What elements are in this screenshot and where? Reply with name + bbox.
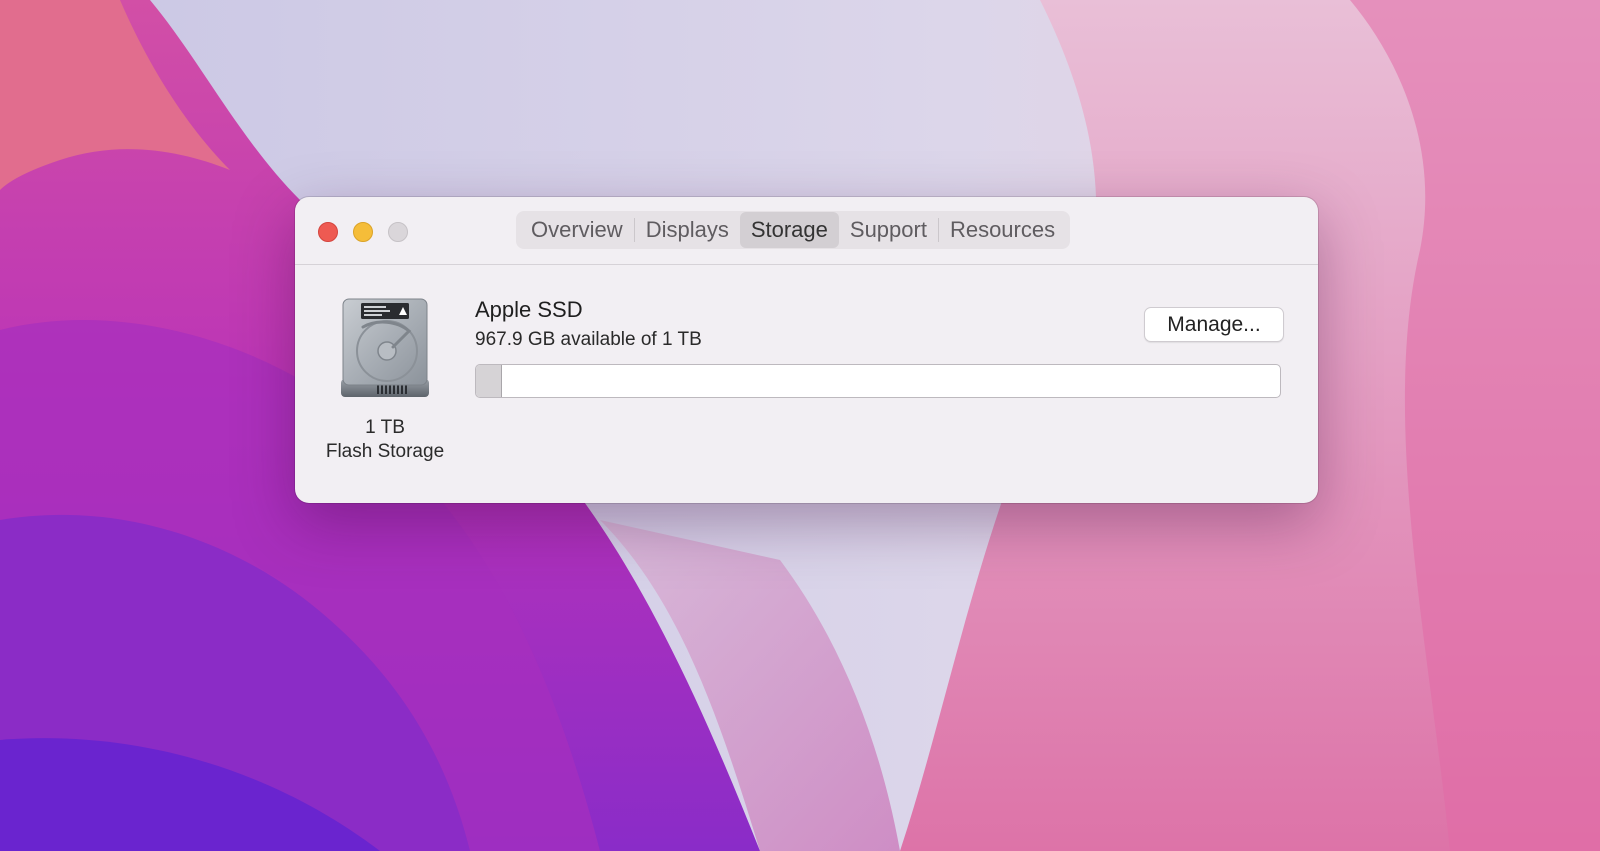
tab-displays[interactable]: Displays bbox=[635, 212, 740, 248]
title-bar: Overview Displays Storage Support Resour… bbox=[295, 197, 1318, 265]
storage-panel: 1 TB Flash Storage Apple SSD 967.9 GB av… bbox=[295, 265, 1318, 503]
disk-capacity-label: 1 TB bbox=[365, 417, 405, 438]
disk-type-label: Flash Storage bbox=[325, 441, 445, 462]
minimize-window-button[interactable] bbox=[353, 222, 373, 242]
used-storage-segment bbox=[476, 365, 502, 397]
hard-drive-icon bbox=[341, 298, 429, 397]
tab-storage[interactable]: Storage bbox=[739, 212, 839, 248]
manage-button[interactable]: Manage... bbox=[1144, 307, 1284, 342]
tab-overview[interactable]: Overview bbox=[520, 212, 634, 248]
drive-availability: 967.9 GB available of 1 TB bbox=[475, 329, 702, 350]
storage-usage-bar bbox=[475, 364, 1281, 398]
tab-support[interactable]: Support bbox=[839, 212, 938, 248]
tab-resources[interactable]: Resources bbox=[939, 212, 1066, 248]
drive-name: Apple SSD bbox=[475, 297, 583, 322]
about-this-mac-window: Overview Displays Storage Support Resour… bbox=[295, 197, 1318, 503]
desktop: Overview Displays Storage Support Resour… bbox=[0, 0, 1600, 851]
close-window-button[interactable] bbox=[318, 222, 338, 242]
tab-bar: Overview Displays Storage Support Resour… bbox=[516, 211, 1071, 249]
zoom-window-button[interactable] bbox=[388, 222, 408, 242]
